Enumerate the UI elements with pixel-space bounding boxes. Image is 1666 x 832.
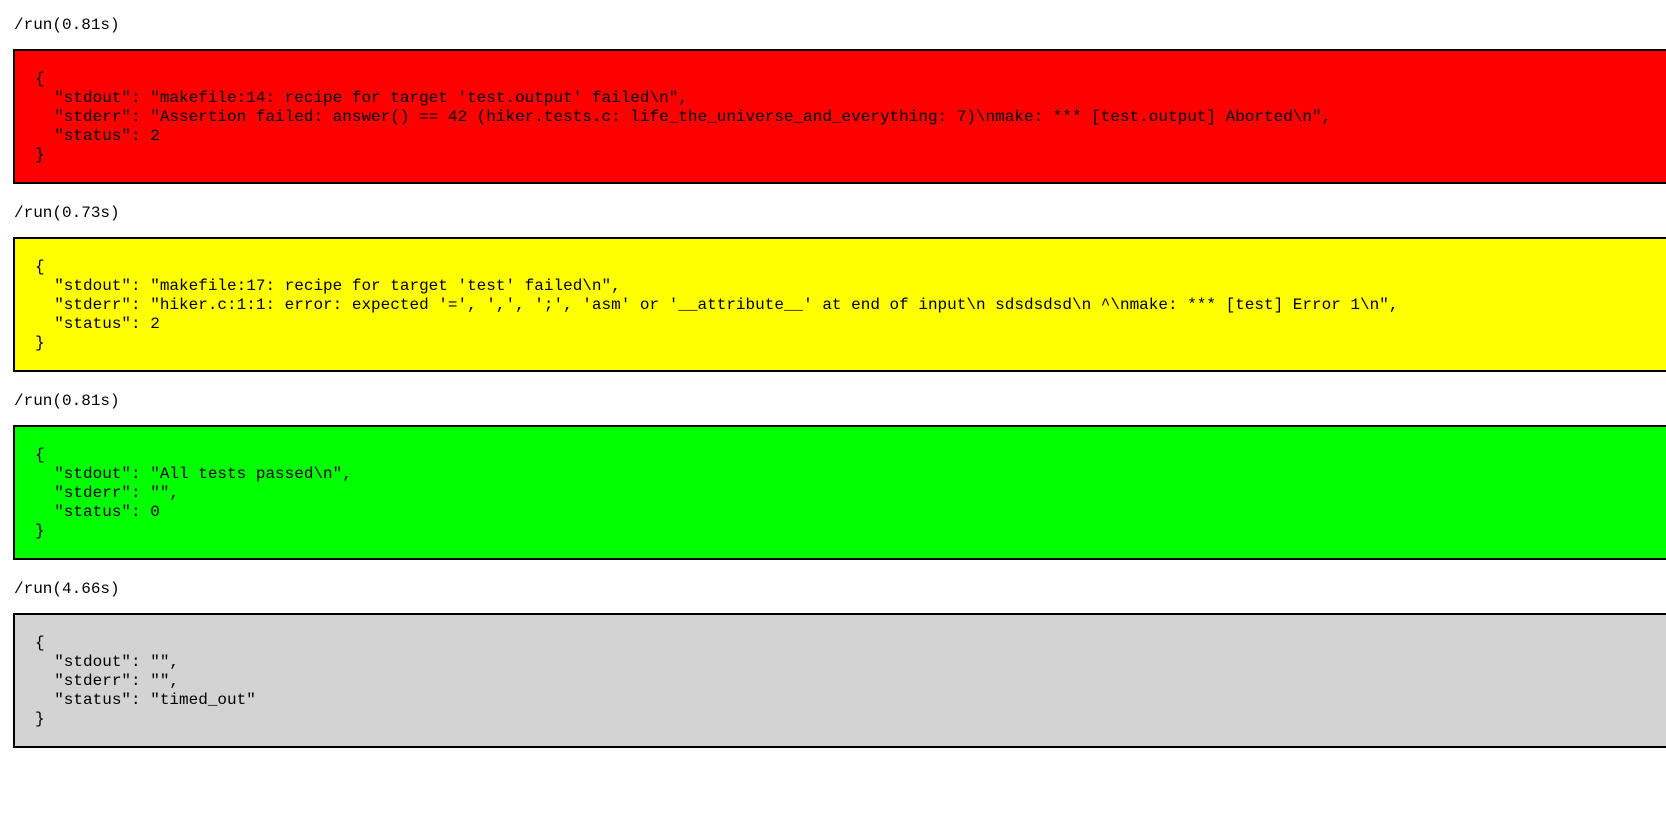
json-line: "stderr": "Assertion failed: answer() ==… [35, 108, 1332, 126]
json-line: "stdout": "makefile:17: recipe for targe… [35, 277, 621, 295]
json-line: "stderr": "", [35, 672, 180, 690]
json-line: } [35, 522, 45, 540]
run-label: /run(0.81s) [14, 392, 120, 410]
run-label: /run(4.66s) [14, 580, 120, 598]
json-line: "status": 0 [35, 503, 160, 521]
json-line: "stdout": "All tests passed\n", [35, 465, 352, 483]
run-output-json: { "stdout": "makefile:17: recipe for tar… [35, 258, 1398, 353]
run-output-box: { "stdout": "makefile:14: recipe for tar… [13, 49, 1666, 184]
json-line: "stdout": "makefile:14: recipe for targe… [35, 89, 688, 107]
json-line: { [35, 634, 45, 652]
json-line: { [35, 258, 45, 276]
run-label: /run(0.73s) [14, 204, 120, 222]
json-line: } [35, 334, 45, 352]
json-line: "stderr": "", [35, 484, 180, 502]
run-label: /run(0.81s) [14, 16, 120, 34]
json-line: { [35, 446, 45, 464]
run-output-json: { "stdout": "", "stderr": "", "status": … [35, 634, 256, 729]
json-line: "status": "timed_out" [35, 691, 256, 709]
json-line: "status": 2 [35, 127, 160, 145]
json-line: "stdout": "", [35, 653, 180, 671]
run-output-json: { "stdout": "All tests passed\n", "stder… [35, 446, 352, 541]
json-line: "status": 2 [35, 315, 160, 333]
run-output-box: { "stdout": "", "stderr": "", "status": … [13, 613, 1666, 748]
json-line: "stderr": "hiker.c:1:1: error: expected … [35, 296, 1399, 314]
run-output-json: { "stdout": "makefile:14: recipe for tar… [35, 70, 1331, 165]
json-line: } [35, 146, 45, 164]
json-line: { [35, 70, 45, 88]
run-output-box: { "stdout": "makefile:17: recipe for tar… [13, 237, 1666, 372]
json-line: } [35, 710, 45, 728]
run-output-box: { "stdout": "All tests passed\n", "stder… [13, 425, 1666, 560]
